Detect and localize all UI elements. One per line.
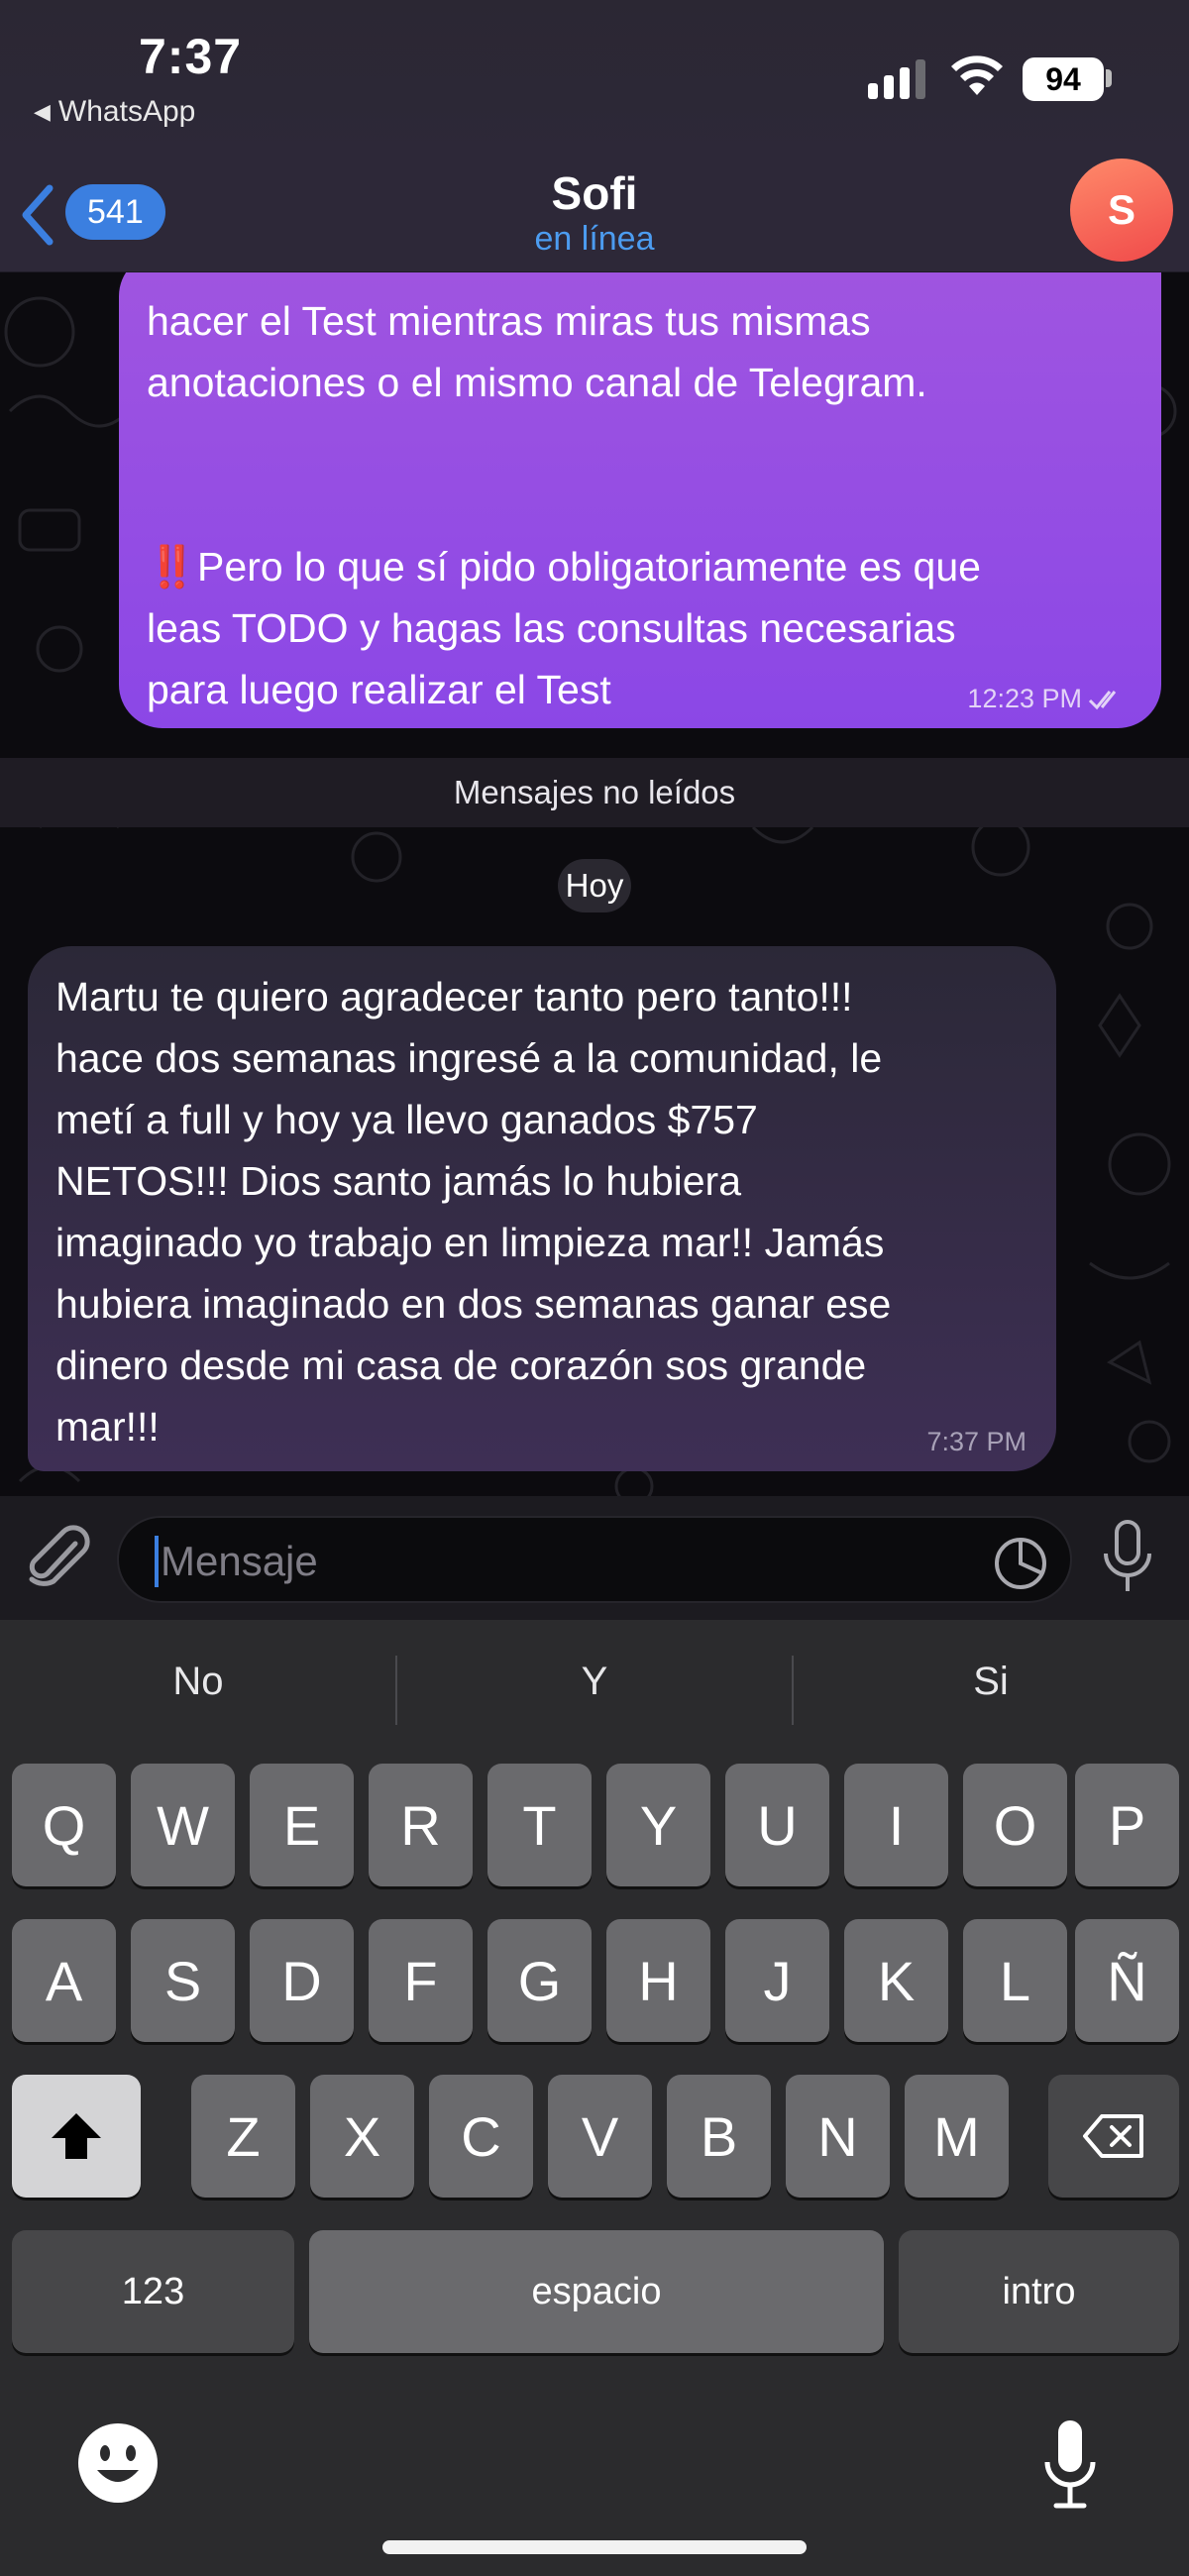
- chat-online-status: en línea: [534, 220, 655, 258]
- backspace-key[interactable]: [1048, 2075, 1179, 2198]
- key-a[interactable]: A: [12, 1919, 116, 2042]
- key-u[interactable]: U: [725, 1764, 829, 1886]
- text-cursor: [155, 1536, 159, 1587]
- message-input[interactable]: Mensaje: [117, 1516, 1072, 1603]
- key-g[interactable]: G: [487, 1919, 592, 2042]
- key-r[interactable]: R: [369, 1764, 473, 1886]
- message-input-bar: Mensaje: [0, 1496, 1189, 1620]
- message-text-line: NETOS!!! Dios santo jamás lo hubiera: [55, 1158, 741, 1204]
- message-text-line: hubiera imaginado en dos semanas ganar e…: [55, 1281, 892, 1327]
- message-text-line: hace dos semanas ingresé a la comunidad,…: [55, 1035, 883, 1081]
- message-text-line: leas TODO y hagas las consultas necesari…: [147, 605, 956, 651]
- suggestion-item[interactable]: Si: [793, 1660, 1189, 1704]
- unread-messages-divider: Mensajes no leídos: [0, 758, 1189, 827]
- back-to-app-button[interactable]: ◀ WhatsApp: [34, 95, 195, 129]
- back-triangle-icon: ◀: [34, 99, 51, 124]
- microphone-icon[interactable]: [1100, 1518, 1155, 1597]
- key-d[interactable]: D: [250, 1919, 354, 2042]
- message-time: 7:37 PM: [926, 1427, 1027, 1456]
- screen: 7:37 ◀ WhatsApp 94 541 Sofi en línea S h…: [0, 0, 1189, 2576]
- key-h[interactable]: H: [606, 1919, 710, 2042]
- suggestion-item[interactable]: Y: [396, 1660, 793, 1704]
- key-i[interactable]: I: [844, 1764, 948, 1886]
- status-time: 7:37: [139, 29, 243, 84]
- message-text-line: hacer el Test mientras miras tus mismas: [147, 298, 871, 344]
- chat-title[interactable]: Sofi: [0, 166, 1189, 220]
- key-y[interactable]: Y: [606, 1764, 710, 1886]
- back-app-label: WhatsApp: [57, 95, 196, 128]
- key-o[interactable]: O: [963, 1764, 1067, 1886]
- space-key[interactable]: espacio: [309, 2230, 884, 2353]
- wifi-icon: [951, 55, 1003, 95]
- shift-arrow-icon: [52, 2113, 101, 2159]
- contact-avatar[interactable]: S: [1070, 159, 1173, 262]
- message-time: 12:23 PM: [967, 684, 1082, 713]
- key-f[interactable]: F: [369, 1919, 473, 2042]
- message-placeholder: Mensaje: [161, 1538, 318, 1584]
- key-e[interactable]: E: [250, 1764, 354, 1886]
- dictation-microphone-icon[interactable]: [1042, 2418, 1098, 2514]
- battery-tip: [1106, 69, 1112, 87]
- status-bar: 7:37 ◀ WhatsApp 94: [0, 0, 1189, 159]
- double-check-icon: [1088, 690, 1117, 709]
- key-k[interactable]: K: [844, 1919, 948, 2042]
- predictive-suggestions: No Y Si: [0, 1620, 1189, 1759]
- shift-key[interactable]: [12, 2075, 141, 2198]
- chat-header: 541 Sofi en línea S: [0, 159, 1189, 272]
- key-m[interactable]: M: [905, 2075, 1009, 2198]
- incoming-message-bubble[interactable]: Martu te quiero agradecer tanto pero tan…: [28, 946, 1056, 1471]
- message-text-line: dinero desde mi casa de corazón sos gran…: [55, 1342, 867, 1388]
- backspace-icon: [1083, 2114, 1143, 2158]
- message-text-line: mar!!!: [55, 1404, 160, 1449]
- outgoing-message-bubble[interactable]: hacer el Test mientras miras tus mismas …: [119, 272, 1161, 728]
- key-l[interactable]: L: [963, 1919, 1067, 2042]
- key-p[interactable]: P: [1075, 1764, 1179, 1886]
- key-z[interactable]: Z: [191, 2075, 295, 2198]
- date-separator: Hoy: [558, 859, 631, 912]
- return-key[interactable]: intro: [899, 2230, 1179, 2353]
- message-text-line: para luego realizar el Test: [147, 667, 611, 712]
- chat-area[interactable]: hacer el Test mientras miras tus mismas …: [0, 272, 1189, 1496]
- suggestion-item[interactable]: No: [0, 1660, 396, 1704]
- key-b[interactable]: B: [667, 2075, 771, 2198]
- key-q[interactable]: Q: [12, 1764, 116, 1886]
- paperclip-icon[interactable]: [26, 1524, 91, 1593]
- keyboard: No Y Si Q W E R T Y U I O P A S D F G H …: [0, 1620, 1189, 2576]
- key-enye[interactable]: Ñ: [1075, 1919, 1179, 2042]
- sticker-icon[interactable]: [993, 1536, 1048, 1591]
- message-text-line: metí a full y hoy ya llevo ganados $757: [55, 1097, 758, 1142]
- message-text-line: Martu te quiero agradecer tanto pero tan…: [55, 974, 853, 1020]
- emoji-icon[interactable]: [75, 2420, 161, 2506]
- home-indicator[interactable]: [382, 2540, 807, 2554]
- message-text-line: ‼️Pero lo que sí pido obligatoriamente e…: [147, 544, 981, 590]
- key-j[interactable]: J: [725, 1919, 829, 2042]
- key-x[interactable]: X: [310, 2075, 414, 2198]
- key-c[interactable]: C: [429, 2075, 533, 2198]
- message-text-line: imaginado yo trabajo en limpieza mar!! J…: [55, 1220, 885, 1265]
- battery-indicator: 94: [1023, 57, 1104, 101]
- key-n[interactable]: N: [786, 2075, 890, 2198]
- key-t[interactable]: T: [487, 1764, 592, 1886]
- numbers-key[interactable]: 123: [12, 2230, 294, 2353]
- key-s[interactable]: S: [131, 1919, 235, 2042]
- key-w[interactable]: W: [131, 1764, 235, 1886]
- cellular-signal-icon: [868, 59, 925, 99]
- key-v[interactable]: V: [548, 2075, 652, 2198]
- message-meta: 12:23 PM: [967, 684, 1128, 714]
- message-text-line: anotaciones o el mismo canal de Telegram…: [147, 360, 927, 405]
